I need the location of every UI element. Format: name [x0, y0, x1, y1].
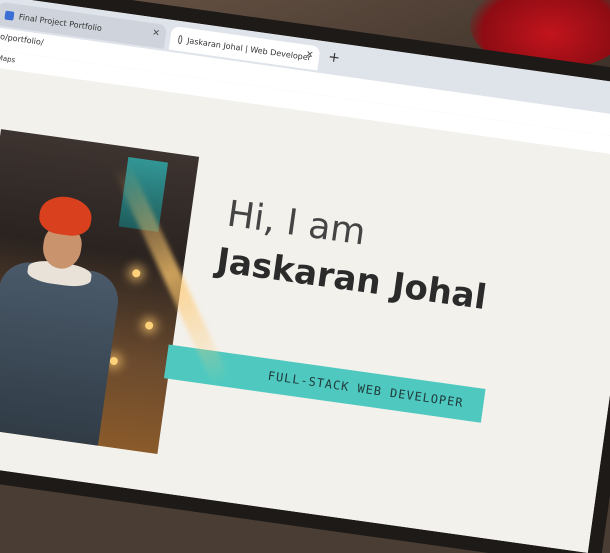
hero-name: Jaskaran Johal: [214, 240, 489, 319]
role-text: FULL-STACK WEB DEVELOPER: [266, 368, 465, 411]
laptop-screen: ✕ Final Project Portfolio ✕ Jaskaran Joh…: [0, 0, 610, 553]
bookmark-maps[interactable]: Maps: [0, 52, 16, 64]
globe-icon: [177, 34, 183, 44]
close-icon[interactable]: ✕: [152, 28, 161, 39]
person-turban: [37, 193, 94, 239]
person-jacket: [0, 258, 122, 454]
new-tab-button[interactable]: +: [327, 49, 341, 66]
street-light: [131, 268, 141, 278]
street-light: [144, 321, 154, 331]
tab-label: Final Project Portfolio: [18, 11, 103, 33]
doc-icon: [4, 10, 15, 21]
street-light: [109, 356, 119, 366]
bookmark-label: Maps: [0, 53, 16, 65]
close-icon[interactable]: ✕: [305, 50, 314, 61]
